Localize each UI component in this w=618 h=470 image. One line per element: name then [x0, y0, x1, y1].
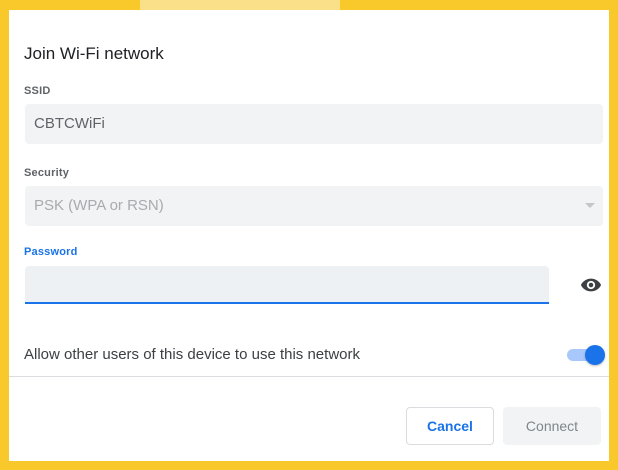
share-network-toggle[interactable] [563, 345, 605, 365]
share-network-label: Allow other users of this device to use … [24, 346, 360, 363]
footer-divider [9, 376, 609, 377]
toggle-knob [585, 345, 605, 365]
join-wifi-dialog: Join Wi-Fi network SSID CBTCWiFi Securit… [9, 10, 609, 461]
password-label: Password [24, 246, 78, 258]
security-select[interactable]: PSK (WPA or RSN) [25, 186, 603, 226]
dialog-title: Join Wi-Fi network [24, 44, 164, 63]
password-field[interactable] [25, 266, 549, 304]
connect-button[interactable]: Connect [503, 407, 601, 445]
security-label: Security [24, 167, 70, 179]
security-value: PSK (WPA or RSN) [34, 197, 164, 214]
cancel-button[interactable]: Cancel [406, 407, 494, 445]
eye-icon[interactable] [580, 274, 602, 296]
ssid-label: SSID [24, 85, 51, 97]
ssid-field[interactable]: CBTCWiFi [25, 104, 603, 144]
ssid-value: CBTCWiFi [34, 115, 105, 132]
chevron-down-icon [585, 203, 595, 208]
